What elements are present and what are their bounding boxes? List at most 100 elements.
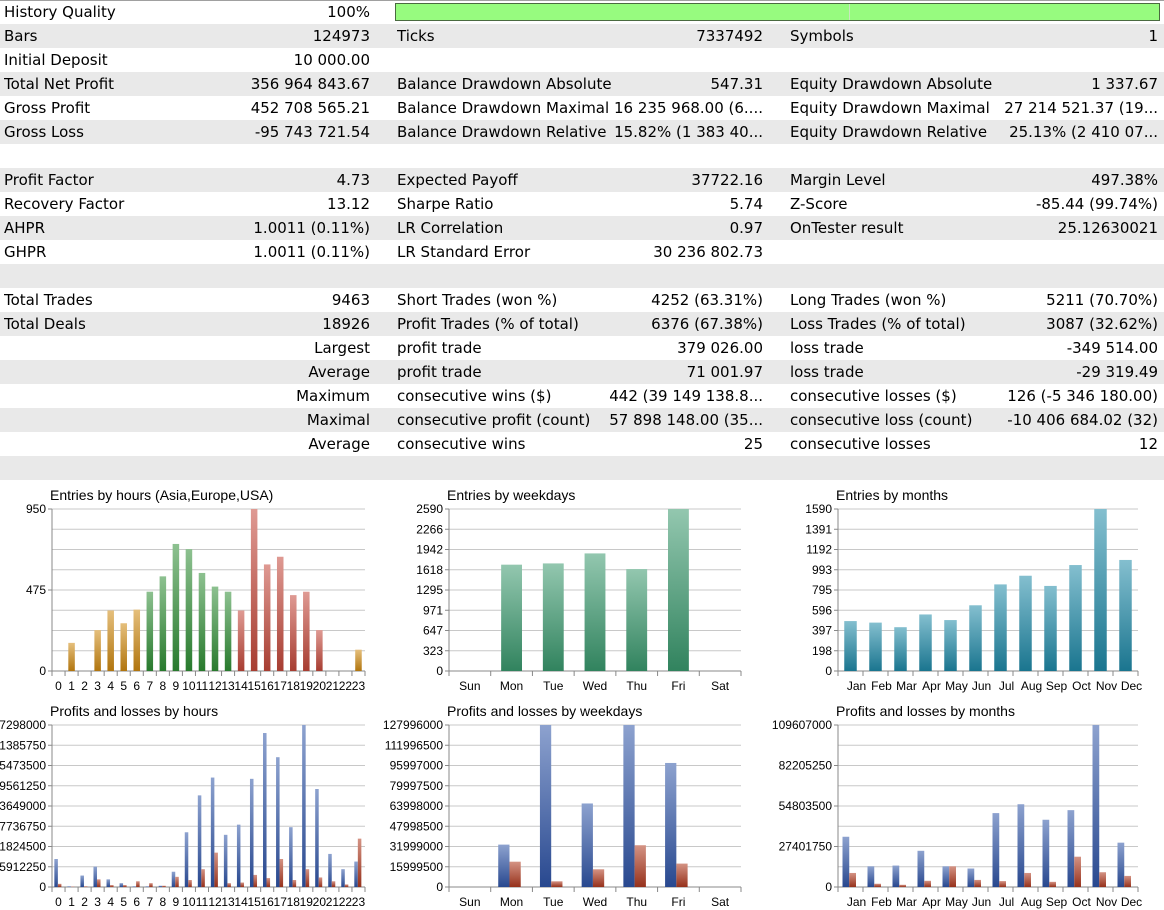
losses-bar-9 — [175, 876, 179, 887]
profits-bar-7 — [145, 886, 150, 887]
statistics-table: History Quality 100% Bars 124973 Ticks 7337… — [0, 0, 1164, 480]
x-tick-label: 1 — [68, 895, 75, 909]
x-tick-label: 1 — [68, 679, 75, 693]
losses-bar-15 — [253, 874, 258, 887]
stat-row: Recovery Factor 13.12 Sharpe Ratio 5.74 Z-Sc… — [0, 192, 1164, 216]
x-tick-label: Sun — [459, 895, 480, 909]
chart-profits-losses-by-months: Profits and losses by months 0 27401750 548… — [772, 700, 1164, 910]
y-tick-label: 111996500 — [385, 738, 444, 752]
y-tick-label: 63998000 — [390, 799, 444, 813]
y-tick-label: 971 — [423, 603, 443, 617]
x-tick-label: 16 — [261, 679, 275, 693]
x-tick-label: 20 — [313, 895, 327, 909]
stat-value: 1.0011 (0.11%) — [253, 243, 370, 261]
chart-entries-by-weekdays: Entries by weekdays 0 323 647 971 1295 1618 194… — [393, 484, 783, 699]
losses-bar-19 — [305, 869, 310, 887]
x-tick-label: Fri — [671, 679, 685, 693]
stat-row: Total Deals 18926 Profit Trades (% of tota… — [0, 312, 1164, 336]
x-tick-label: Jun — [972, 679, 991, 693]
y-tick-label: 647 — [423, 624, 443, 638]
profits-bar-12 — [210, 777, 215, 887]
y-tick-label: 950 — [26, 502, 46, 516]
y-tick-label: 1590 — [805, 502, 832, 516]
stat-row: Total Trades 9463 Short Trades (won %) 4252… — [0, 288, 1164, 312]
x-tick-label: 9 — [173, 895, 180, 909]
stat-value: 30 236 802.73 — [653, 243, 763, 261]
y-tick-label: 27401750 — [779, 840, 833, 854]
y-tick-label: 47998500 — [390, 819, 444, 833]
profits-bar-13 — [223, 834, 228, 887]
x-tick-label: 6 — [133, 895, 140, 909]
x-tick-label: 14 — [234, 895, 248, 909]
stat-value: 1 337.67 — [1091, 75, 1158, 93]
stat-value: -95 743 721.54 — [254, 123, 370, 141]
x-tick-label: 16 — [261, 895, 275, 909]
bar-Mon — [501, 564, 522, 671]
stat-value: 4.73 — [336, 171, 370, 189]
chart-title: Entries by hours (Asia,Europe,USA) — [50, 487, 273, 503]
x-tick-label: Jul — [999, 679, 1014, 693]
bar-Jul — [994, 584, 1007, 671]
y-tick-label: 0 — [39, 880, 46, 894]
profits-bar-May — [942, 866, 950, 887]
losses-bar-Wed — [592, 869, 605, 887]
x-tick-label: Sat — [711, 895, 730, 909]
stat-value: 27 214 521.37 (19... — [1004, 99, 1158, 117]
losses-bar-20 — [318, 877, 323, 887]
x-tick-label: Thu — [626, 895, 647, 909]
y-tick-label: 475 — [26, 583, 46, 597]
losses-bar-Jun — [974, 879, 981, 887]
losses-bar-21 — [331, 881, 336, 887]
y-tick-label: 0 — [825, 664, 832, 678]
x-tick-label: 11 — [196, 895, 209, 909]
x-tick-label: 12 — [208, 679, 222, 693]
x-tick-label: Feb — [871, 679, 892, 693]
x-tick-label: 4 — [107, 895, 114, 909]
losses-bar-0 — [57, 883, 62, 887]
stat-value: 15.82% (1 383 40... — [614, 123, 763, 141]
chart-entries-by-months: Entries by months 0 198 397 596 795 993 1192 139… — [786, 484, 1164, 699]
stat-value: 16 235 968.00 (6.... — [614, 99, 763, 117]
x-tick-label: 14 — [234, 679, 248, 693]
bar-6 — [133, 609, 141, 671]
x-tick-label: Aug — [1021, 895, 1042, 909]
x-tick-label: 21 — [326, 895, 340, 909]
y-tick-label: 2266 — [416, 522, 443, 536]
stat-value: 5.74 — [729, 195, 763, 213]
bar-11 — [198, 572, 206, 671]
bar-Jun — [969, 605, 982, 671]
x-tick-label: 12 — [208, 895, 222, 909]
x-tick-label: 0 — [55, 679, 62, 693]
profits-bar-18 — [289, 827, 293, 887]
stat-value: 25 — [743, 435, 763, 453]
losses-bar-12 — [214, 852, 218, 887]
y-tick-label: 596 — [812, 603, 832, 617]
x-tick-label: 3 — [94, 679, 101, 693]
x-tick-label: 13 — [221, 895, 235, 909]
stat-value: 71 001.97 — [686, 363, 763, 381]
losses-bar-23 — [357, 838, 362, 887]
x-tick-label: Jul — [999, 895, 1014, 909]
y-tick-label: 323 — [423, 644, 443, 658]
profits-bar-Nov — [1092, 725, 1100, 887]
y-tick-label: 95997000 — [390, 759, 444, 773]
y-tick-label: 79997500 — [390, 779, 444, 793]
y-tick-label: 198 — [812, 644, 832, 658]
y-tick-label: 0 — [39, 664, 46, 678]
stat-value: 547.31 — [710, 75, 764, 93]
profits-bar-Apr — [917, 850, 925, 887]
bar-19 — [303, 591, 310, 671]
stat-row: Gross Loss -95 743 721.54 Balance Drawdown… — [0, 120, 1164, 144]
stat-value: 497.38% — [1091, 171, 1158, 189]
y-tick-label: 47736750 — [0, 819, 46, 833]
bar-9 — [172, 543, 180, 671]
stat-value: 0.97 — [729, 219, 763, 237]
x-tick-label: 5 — [120, 895, 127, 909]
stat-row: GHPR 1.0011 (0.11%) LR Standard Error 30 23… — [0, 240, 1164, 264]
losses-bar-Mon — [509, 861, 521, 887]
profits-bar-17 — [276, 757, 280, 887]
y-tick-label: 1192 — [806, 543, 832, 557]
bar-Feb — [869, 622, 882, 671]
x-tick-label: Mar — [896, 679, 917, 693]
losses-bar-Apr — [924, 880, 931, 887]
